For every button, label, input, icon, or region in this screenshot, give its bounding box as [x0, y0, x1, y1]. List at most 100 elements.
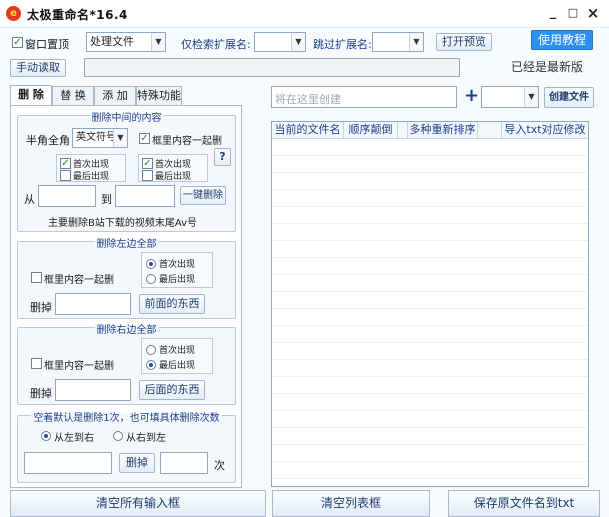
marker-a-first-checkbox[interactable]: ✓: [60, 158, 71, 169]
col-divider: [478, 122, 502, 139]
tutorial-button[interactable]: 使用教程: [531, 30, 593, 50]
plus-icon[interactable]: +: [464, 85, 479, 106]
times-label: 次: [214, 459, 225, 472]
open-preview-button[interactable]: 打开预览: [436, 33, 492, 51]
stay-on-top-label: 窗口置顶: [25, 38, 69, 51]
manual-read-button[interactable]: 手动读取: [10, 59, 66, 77]
right-to-left-label: 从右到左: [126, 433, 166, 444]
col-current-name[interactable]: 当前的文件名: [272, 122, 344, 139]
chevron-down-icon: ▼: [409, 33, 423, 51]
left-last-radio[interactable]: [146, 274, 156, 284]
window-title: 太极重命名*16.4: [27, 8, 128, 22]
chevron-down-icon: ▼: [113, 129, 127, 147]
delete-middle-note: 主要删除B站下载的视频末尾Av号: [48, 218, 198, 229]
ext-skip-select[interactable]: ▼: [372, 32, 424, 52]
right-last-radio[interactable]: [146, 360, 156, 370]
delete-right-group: 删除右边全部 框里内容一起删 首次出现 最后出现 删掉 后面的东西: [17, 325, 236, 405]
tab-special[interactable]: 特殊功能: [136, 86, 182, 105]
left-delete-label: 删掉: [30, 301, 52, 314]
marker-a-options: ✓ 首次出现 最后出现: [56, 154, 126, 182]
ext-filter-label: 仅检索扩展名:: [181, 38, 251, 51]
symbol-select-value: 英文符号: [76, 132, 116, 143]
right-first-radio[interactable]: [146, 345, 156, 355]
col-reverse-order[interactable]: 顺序颠倒: [344, 122, 398, 139]
mode-select-value: 处理文件: [90, 35, 134, 48]
one-click-delete-button[interactable]: 一键删除: [180, 186, 226, 205]
from-label: 从: [24, 193, 35, 206]
chevron-down-icon: ▼: [151, 33, 165, 51]
stay-on-top-checkbox[interactable]: ✓: [12, 37, 23, 48]
count-input[interactable]: [160, 452, 208, 474]
marker-a-last-checkbox[interactable]: [60, 170, 71, 181]
clear-inputs-button[interactable]: 清空所有输入框: [10, 490, 266, 517]
left-last-label: 最后出现: [159, 275, 196, 285]
col-import-txt[interactable]: 导入txt对应修改: [502, 122, 588, 139]
delete-count-group: 空着默认是删除1次，也可填具体删除次数 从左到右 从右到左 删掉 次: [17, 413, 236, 483]
left-to-right-radio[interactable]: [41, 431, 51, 441]
right-first-label: 首次出现: [159, 346, 196, 356]
left-delete-input[interactable]: [55, 293, 131, 315]
create-file-button[interactable]: 创建文件: [544, 87, 594, 108]
chevron-down-icon: ▼: [524, 87, 538, 107]
tab-replace[interactable]: 替 换: [52, 86, 94, 105]
right-delete-input[interactable]: [55, 379, 131, 401]
version-status: 已经是最新版: [511, 60, 584, 74]
right-delete-label: 删掉: [30, 387, 52, 400]
left-brackets-checkbox[interactable]: [31, 272, 42, 283]
chevron-down-icon: ▼: [291, 33, 305, 51]
maximize-button[interactable]: □: [565, 4, 581, 22]
symbol-select[interactable]: 英文符号 ▼: [72, 128, 128, 148]
marker-b-last-checkbox[interactable]: [142, 170, 153, 181]
create-placeholder: 将在这里创建: [275, 93, 341, 106]
marker-b-options: ✓ 首次出现 最后出现: [138, 154, 208, 182]
col-resort[interactable]: 多种重新排序: [408, 122, 478, 139]
delete-panel: 删除中间的内容 半角全角 英文符号 ▼ ✓ 框里内容一起删 ✓ 首次出现 最后出…: [10, 105, 242, 488]
mode-select[interactable]: 处理文件 ▼: [86, 32, 166, 52]
close-button[interactable]: ×: [585, 4, 601, 22]
right-brackets-label: 框里内容一起删: [44, 361, 114, 372]
app-window: e 太极重命名*16.4 _ □ × ✓ 窗口置顶 处理文件 ▼ 仅检索扩展名:…: [0, 0, 609, 517]
count-delete-button[interactable]: 删掉: [119, 453, 155, 473]
middle-brackets-label: 框里内容一起删: [152, 136, 222, 147]
marker-b-first-checkbox[interactable]: ✓: [142, 158, 153, 169]
tab-add[interactable]: 添 加: [94, 86, 136, 105]
create-type-select[interactable]: ▼: [481, 86, 539, 108]
left-to-right-label: 从左到右: [54, 433, 94, 444]
marker-a-last-label: 最后出现: [73, 172, 110, 182]
marker-b-last-label: 最后出现: [155, 172, 192, 182]
delete-middle-title: 删除中间的内容: [89, 113, 164, 124]
delete-left-title: 删除左边全部: [94, 239, 159, 250]
count-text-input[interactable]: [24, 452, 112, 474]
delete-front-button[interactable]: 前面的东西: [139, 294, 205, 314]
clear-list-button[interactable]: 清空列表框: [272, 490, 430, 517]
middle-brackets-checkbox[interactable]: ✓: [139, 133, 150, 144]
delete-right-title: 删除右边全部: [94, 325, 159, 336]
right-last-label: 最后出现: [159, 361, 196, 371]
file-list[interactable]: 当前的文件名 顺序颠倒 多种重新排序 导入txt对应修改: [271, 121, 589, 487]
left-brackets-label: 框里内容一起删: [44, 275, 114, 286]
col-divider: [398, 122, 408, 139]
ext-skip-label: 跳过扩展名:: [313, 38, 372, 51]
app-logo-icon: e: [6, 6, 21, 21]
right-to-left-radio[interactable]: [113, 431, 123, 441]
to-label: 到: [101, 193, 112, 206]
delete-count-title: 空着默认是删除1次，也可填具体删除次数: [31, 413, 222, 424]
left-position-options: 首次出现 最后出现: [141, 252, 213, 288]
save-names-button[interactable]: 保存原文件名到txt: [448, 490, 600, 517]
tab-delete[interactable]: 删 除: [10, 85, 52, 106]
minimize-button[interactable]: _: [545, 4, 561, 22]
title-bar: e 太极重命名*16.4 _ □ ×: [0, 0, 609, 28]
path-field[interactable]: [84, 58, 460, 77]
delete-back-button[interactable]: 后面的东西: [139, 380, 205, 400]
right-brackets-checkbox[interactable]: [31, 358, 42, 369]
create-name-input[interactable]: 将在这里创建: [271, 86, 457, 108]
ext-filter-select[interactable]: ▼: [254, 32, 306, 52]
halfwidth-label: 半角全角: [26, 134, 70, 147]
left-first-label: 首次出现: [159, 260, 196, 270]
from-input[interactable]: [38, 185, 96, 207]
left-first-radio[interactable]: [146, 259, 156, 269]
to-input[interactable]: [115, 185, 175, 207]
help-button[interactable]: ?: [214, 148, 231, 166]
delete-left-group: 删除左边全部 框里内容一起删 首次出现 最后出现 删掉 前面的东西: [17, 239, 236, 319]
right-position-options: 首次出现 最后出现: [141, 338, 213, 374]
